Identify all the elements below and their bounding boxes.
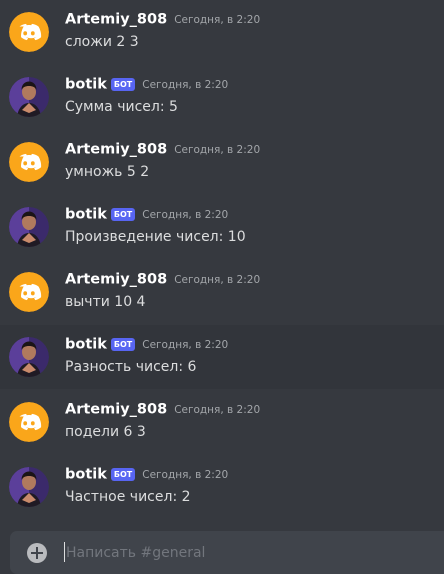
message-author[interactable]: botik — [65, 77, 107, 93]
message-text: сложи 2 3 — [65, 34, 139, 50]
message-text: умножь 5 2 — [65, 164, 150, 180]
add-attachment-plus-icon[interactable] — [27, 543, 47, 563]
message-item: botik БОТ Сегодня, в 2:20 Произведение чис… — [0, 195, 444, 259]
message-item: botik БОТ Сегодня, в 2:20 Сумма чисел: 5 — [0, 65, 444, 129]
message-timestamp: Сегодня, в 2:20 — [142, 468, 229, 481]
avatar-discord-logo-icon[interactable] — [9, 12, 49, 52]
message-author[interactable]: Artemiy_808 — [65, 402, 167, 418]
message-author[interactable]: Artemiy_808 — [65, 12, 167, 28]
message-timestamp: Сегодня, в 2:20 — [174, 143, 261, 156]
message-author[interactable]: botik — [65, 467, 107, 483]
avatar-discord-logo-icon[interactable] — [9, 142, 49, 182]
message-item: botik БОТ Сегодня, в 2:20 Частное чисел: 2 — [0, 455, 444, 519]
message-author[interactable]: botik — [65, 337, 107, 353]
message-composer — [10, 531, 444, 574]
bot-tag-badge: БОТ — [110, 338, 136, 351]
message-text: вычти 10 4 — [65, 294, 146, 310]
message-author[interactable]: Artemiy_808 — [65, 142, 167, 158]
bot-tag-badge: БОТ — [110, 468, 136, 481]
message-item: Artemiy_808 Сегодня, в 2:20 вычти 10 4 — [0, 260, 444, 324]
text-cursor — [64, 542, 65, 562]
message-text: Сумма чисел: 5 — [65, 99, 178, 115]
avatar-discord-logo-icon[interactable] — [9, 402, 49, 442]
message-item: Artemiy_808 Сегодня, в 2:20 подели 6 3 — [0, 390, 444, 454]
bot-tag-badge: БОТ — [110, 78, 136, 91]
message-text: Произведение чисел: 10 — [65, 229, 246, 245]
message-input[interactable] — [66, 543, 426, 563]
message-item: Artemiy_808 Сегодня, в 2:20 сложи 2 3 — [0, 0, 444, 64]
message-text: Частное чисел: 2 — [65, 489, 191, 505]
avatar-bot-avatar-icon[interactable] — [9, 337, 49, 377]
message-timestamp: Сегодня, в 2:20 — [142, 208, 229, 221]
avatar-bot-avatar-icon[interactable] — [9, 467, 49, 507]
avatar-discord-logo-icon[interactable] — [9, 272, 49, 312]
message-text: Разность чисел: 6 — [65, 359, 197, 375]
bot-tag-badge: БОТ — [110, 208, 136, 221]
message-timestamp: Сегодня, в 2:20 — [174, 273, 261, 286]
message-timestamp: Сегодня, в 2:20 — [174, 403, 261, 416]
avatar-bot-avatar-icon[interactable] — [9, 207, 49, 247]
message-item: botik БОТ Сегодня, в 2:20 Разность чисел: … — [0, 325, 444, 389]
message-timestamp: Сегодня, в 2:20 — [142, 338, 229, 351]
message-item: Artemiy_808 Сегодня, в 2:20 умножь 5 2 — [0, 130, 444, 194]
message-author[interactable]: Artemiy_808 — [65, 272, 167, 288]
message-author[interactable]: botik — [65, 207, 107, 223]
avatar-bot-avatar-icon[interactable] — [9, 77, 49, 117]
message-text: подели 6 3 — [65, 424, 146, 440]
message-timestamp: Сегодня, в 2:20 — [174, 13, 261, 26]
message-timestamp: Сегодня, в 2:20 — [142, 78, 229, 91]
